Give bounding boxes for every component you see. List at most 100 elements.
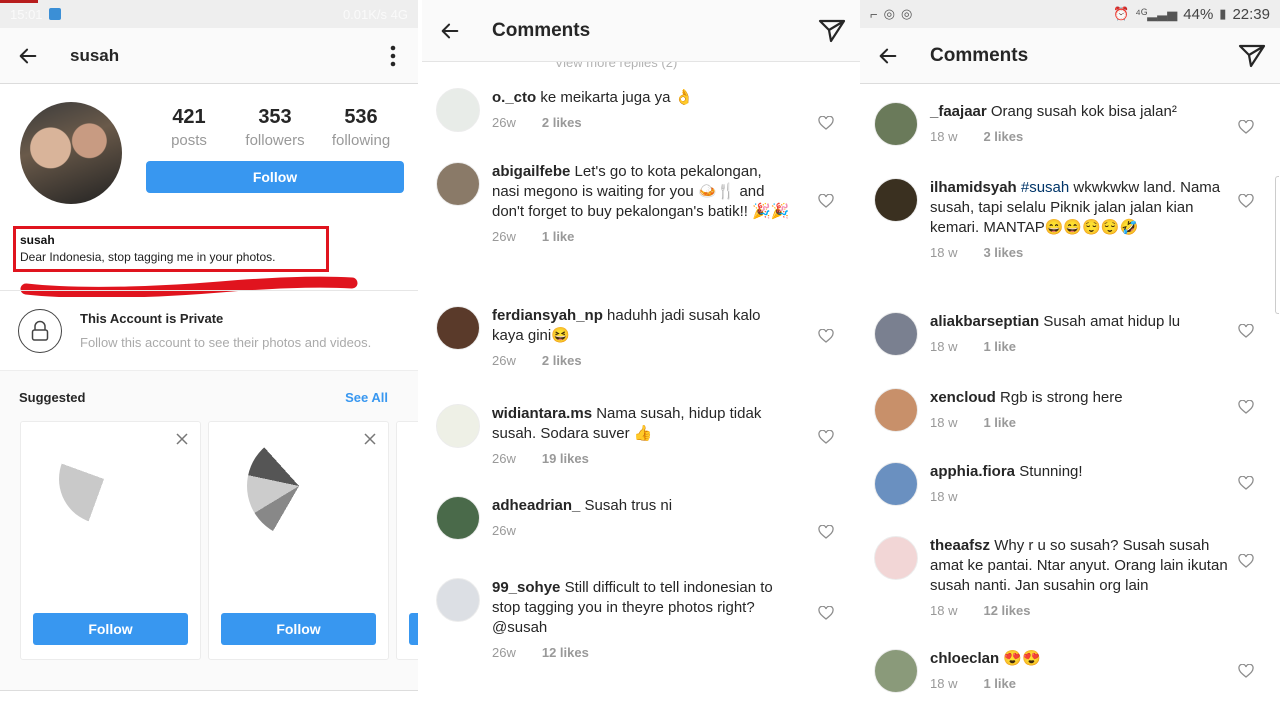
comment-likes[interactable]: 12 likes [983,603,1030,618]
commenter-avatar[interactable] [874,388,918,432]
like-heart-icon[interactable] [818,606,834,620]
status-bar: 15:01 0.01K/s 4G [0,0,418,28]
comment-likes[interactable]: 12 likes [542,645,589,660]
comment-item: xencloud Rgb is strong here 18 w 1 like [860,388,1230,432]
commenter-avatar[interactable] [874,536,918,580]
see-all-link[interactable]: See All [345,390,388,405]
comments-header: Comments [860,28,1280,84]
like-heart-icon[interactable] [818,525,834,539]
back-button[interactable] [0,28,56,84]
comment-text: _faajaar Orang susah kok bisa jalan² [930,102,1230,122]
comment-age: 18 w [930,489,958,504]
comment-item: widiantara.ms Nama susah, hidup tidak su… [422,404,792,466]
commenter-avatar[interactable] [436,306,480,350]
back-button[interactable] [422,3,478,59]
commenter-avatar[interactable] [436,88,480,132]
comment-age: 18 w [930,603,958,618]
like-heart-icon[interactable] [818,430,834,444]
share-button[interactable] [1238,44,1266,68]
commenter-avatar[interactable] [874,102,918,146]
comment-age: 26w [492,115,516,130]
suggested-follow-button-partial[interactable] [409,613,418,645]
commenter-avatar[interactable] [436,496,480,540]
like-heart-icon[interactable] [1238,400,1254,414]
stat-following[interactable]: 536 following [318,106,404,149]
close-icon[interactable] [175,432,189,446]
comment-username[interactable]: theaafsz [930,537,990,554]
comment-body: ilhamidsyah #susah wkwkwkw land. Nama su… [930,178,1230,260]
comment-text: o._cto ke meikarta juga ya 👌 [492,88,792,108]
comment-likes[interactable]: 2 likes [542,353,582,368]
comments-screen-1: Comments View more replies (2) o._cto ke… [422,0,860,709]
comment-username[interactable]: ilhamidsyah [930,179,1017,196]
comment-hashtag[interactable]: #susah [1021,179,1069,196]
comment-username[interactable]: chloeclan [930,650,999,667]
comment-item: adheadrian_ Susah trus ni 26w [422,496,792,540]
comments-title: Comments [492,19,591,41]
comment-likes[interactable]: 1 like [542,229,575,244]
comment-likes[interactable]: 1 like [983,676,1016,691]
stat-followers[interactable]: 353 followers [232,106,318,149]
comment-text: ferdiansyah_np haduhh jadi susah kalo ka… [492,306,792,346]
comment-username[interactable]: aliakbarseptian [930,313,1039,330]
battery-icon: ▮ [1219,6,1227,21]
comment-item: abigailfebe Let's go to kota pekalongan,… [422,162,792,244]
comment-likes[interactable]: 2 likes [542,115,582,130]
comment-text: adheadrian_ Susah trus ni [492,496,792,516]
commenter-avatar[interactable] [436,162,480,206]
like-heart-icon[interactable] [1238,120,1254,134]
comment-age: 18 w [930,415,958,430]
comment-username[interactable]: o._cto [492,89,536,106]
commenter-avatar[interactable] [874,312,918,356]
comment-username[interactable]: apphia.fiora [930,463,1015,480]
comment-item: _faajaar Orang susah kok bisa jalan² 18 w… [860,102,1230,146]
suggested-avatar[interactable] [59,434,149,524]
like-heart-icon[interactable] [1238,664,1254,678]
like-heart-icon[interactable] [818,116,834,130]
comment-likes[interactable]: 1 like [983,415,1016,430]
comment-message: ke meikarta juga ya 👌 [540,89,694,106]
back-button[interactable] [860,28,916,84]
like-heart-icon[interactable] [1238,554,1254,568]
comment-item: ferdiansyah_np haduhh jadi susah kalo ka… [422,306,792,368]
profile-screen: 15:01 0.01K/s 4G susah 421 posts 353 fol… [0,0,420,709]
comment-message: Orang susah kok bisa jalan² [990,103,1177,120]
comment-meta: 18 w 1 like [930,676,1230,691]
commenter-avatar[interactable] [874,462,918,506]
comment-likes[interactable]: 3 likes [983,245,1023,260]
commenter-avatar[interactable] [874,178,918,222]
more-options-button[interactable] [390,45,396,67]
commenter-avatar[interactable] [436,404,480,448]
like-heart-icon[interactable] [818,194,834,208]
like-heart-icon[interactable] [1238,324,1254,338]
suggested-follow-button[interactable]: Follow [221,613,376,645]
close-icon[interactable] [363,432,377,446]
comment-username[interactable]: adheadrian_ [492,497,580,514]
suggested-title: Suggested [19,390,86,405]
suggested-avatar[interactable] [247,434,351,538]
comment-username[interactable]: abigailfebe [492,163,570,180]
comment-likes[interactable]: 1 like [983,339,1016,354]
scrollbar[interactable] [1275,176,1279,314]
commenter-avatar[interactable] [436,578,480,622]
suggested-follow-button[interactable]: Follow [33,613,188,645]
comment-username[interactable]: _faajaar [930,103,987,120]
comment-meta: 18 w 1 like [930,415,1230,430]
comment-username[interactable]: xencloud [930,389,996,406]
comment-likes[interactable]: 19 likes [542,451,589,466]
share-button[interactable] [818,19,846,43]
follow-button[interactable]: Follow [146,161,404,193]
like-heart-icon[interactable] [1238,476,1254,490]
status-time: 22:39 [1232,5,1270,23]
like-heart-icon[interactable] [1238,194,1254,208]
profile-avatar[interactable] [20,102,122,204]
like-heart-icon[interactable] [818,329,834,343]
comment-likes[interactable]: 2 likes [983,129,1023,144]
comment-text: ilhamidsyah #susah wkwkwkw land. Nama su… [930,178,1230,238]
comment-username[interactable]: widiantara.ms [492,405,592,422]
comment-username[interactable]: 99_sohye [492,579,560,596]
comment-username[interactable]: ferdiansyah_np [492,307,603,324]
stat-posts[interactable]: 421 posts [146,106,232,149]
comment-message: Susah amat hidup lu [1043,313,1181,330]
commenter-avatar[interactable] [874,649,918,693]
